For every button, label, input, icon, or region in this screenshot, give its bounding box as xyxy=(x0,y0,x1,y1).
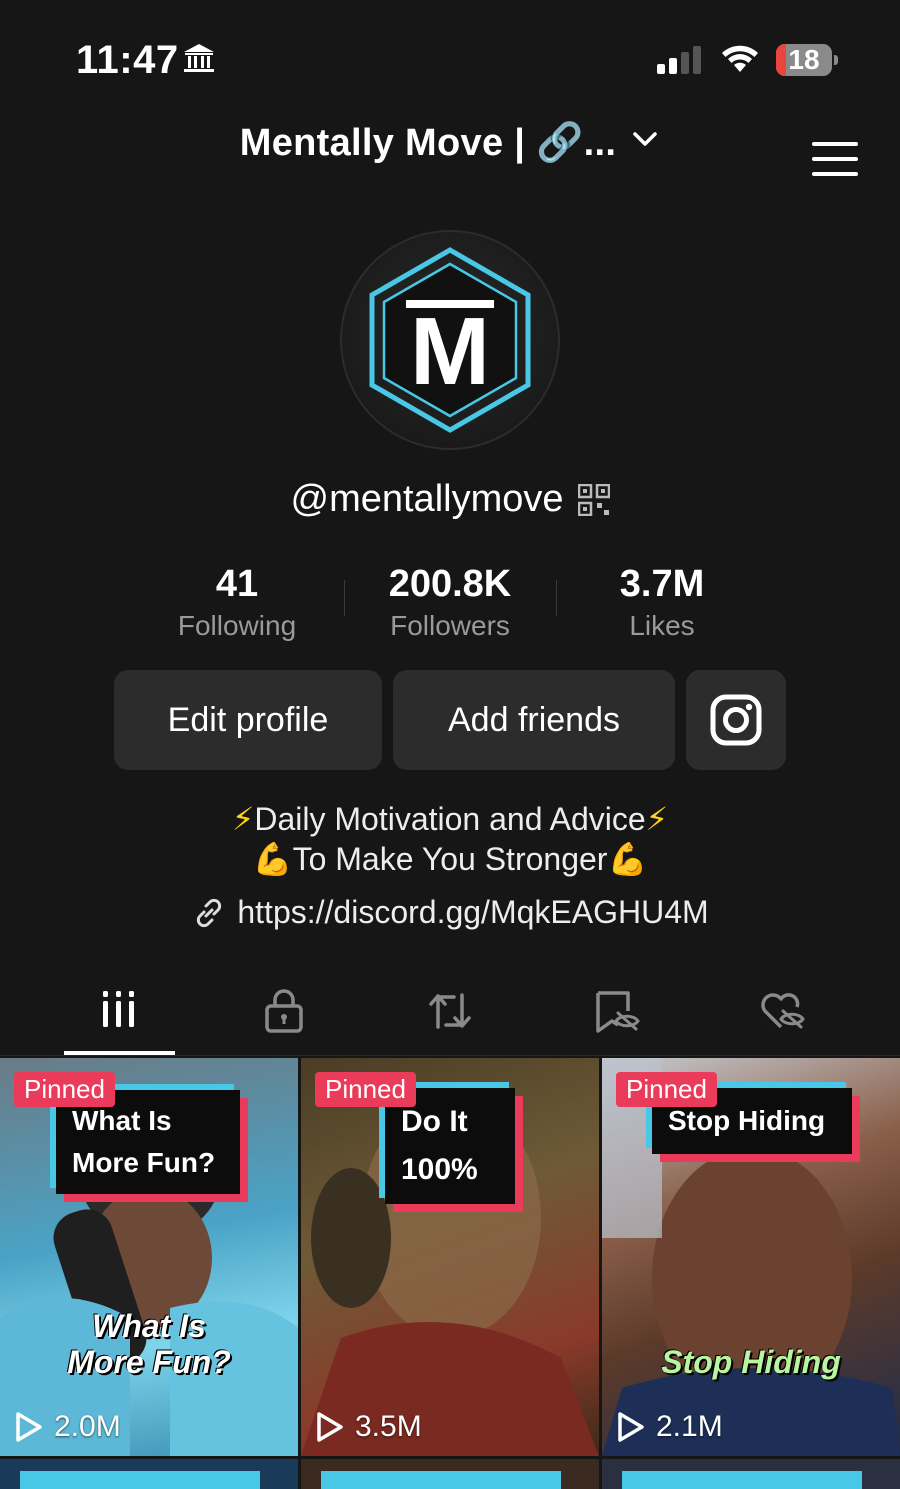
video-tile[interactable]: Pinned What Is More Fun? What Is More Fu… xyxy=(0,1058,298,1456)
pinned-badge: Pinned xyxy=(14,1072,115,1107)
tab-videos-grid-icon[interactable] xyxy=(93,985,145,1037)
tab-private-lock-icon[interactable] xyxy=(258,985,310,1037)
view-count: 2.0M xyxy=(14,1410,121,1444)
wifi-icon xyxy=(722,45,758,72)
status-bar: 11:47 18 xyxy=(0,0,900,110)
account-name: Mentally Move | 🔗... xyxy=(239,122,617,164)
play-icon xyxy=(618,1412,644,1442)
hamburger-menu-icon[interactable] xyxy=(812,140,858,178)
lightning-icon: ⚡ xyxy=(231,801,255,837)
card-line-2: 100% xyxy=(401,1153,478,1186)
play-icon xyxy=(16,1412,42,1442)
clock: 11:47 xyxy=(76,38,179,82)
battery-level: 18 xyxy=(788,44,820,75)
flexed-biceps-icon: 💪 xyxy=(607,841,648,877)
instagram-icon xyxy=(710,694,762,746)
followers-count: 200.8K xyxy=(388,563,512,605)
video-tile[interactable] xyxy=(301,1459,599,1489)
view-count-value: 2.0M xyxy=(54,1410,121,1443)
brand-logo: M xyxy=(369,247,531,433)
view-count: 3.5M xyxy=(315,1410,422,1444)
bio-link[interactable]: https://discord.gg/MqkEAGHU4M xyxy=(0,894,900,931)
username: @mentallymove xyxy=(290,478,564,520)
video-tile[interactable] xyxy=(602,1459,900,1489)
followers-label: Followers xyxy=(390,610,510,641)
avatar-letter: M xyxy=(410,298,490,405)
following-count: 41 xyxy=(215,563,259,605)
edit-profile-button[interactable]: Edit profile xyxy=(114,670,382,770)
following-label: Following xyxy=(177,610,297,641)
bio-text-2: To Make You Stronger xyxy=(292,841,608,877)
stat-following[interactable]: 41 Following xyxy=(137,562,337,646)
likes-count: 3.7M xyxy=(619,563,705,605)
avatar[interactable]: M xyxy=(340,230,560,450)
link-icon xyxy=(197,898,222,927)
video-caption: What Is More Fun? xyxy=(67,1308,231,1380)
pinned-badge: Pinned xyxy=(315,1072,416,1107)
video-tile[interactable]: Pinned Stop Hiding Stop Hiding 2.1M xyxy=(602,1058,900,1456)
video-tile[interactable] xyxy=(0,1459,298,1489)
stat-divider xyxy=(556,580,557,616)
lightning-icon: ⚡ xyxy=(645,801,669,837)
add-friends-button[interactable]: Add friends xyxy=(393,670,675,770)
card-line-1: Do It xyxy=(401,1105,468,1138)
link-url: https://discord.gg/MqkEAGHU4M xyxy=(237,894,709,930)
stat-divider xyxy=(344,580,345,616)
instagram-button[interactable] xyxy=(686,670,786,770)
view-count-value: 3.5M xyxy=(355,1410,422,1443)
bio-line-2: 💪To Make You Stronger💪 xyxy=(0,840,900,878)
handle-row: @mentallymove xyxy=(0,478,900,521)
cellular-signal-icon xyxy=(657,46,701,74)
video-tile[interactable]: Pinned Do It 100% 3.5M xyxy=(301,1058,599,1456)
tab-favorites-hidden-icon[interactable] xyxy=(590,985,642,1037)
view-count: 2.1M xyxy=(616,1410,723,1444)
video-caption: Stop Hiding xyxy=(661,1344,841,1380)
account-switcher[interactable]: Mentally Move | 🔗... xyxy=(0,118,900,168)
battery-indicator: 18 xyxy=(776,44,838,76)
bank-icon xyxy=(184,44,214,72)
bio-line-1: ⚡Daily Motivation and Advice⚡ xyxy=(0,800,900,838)
tab-liked-hidden-icon[interactable] xyxy=(755,985,807,1037)
flexed-biceps-icon: 💪 xyxy=(252,841,293,877)
play-icon xyxy=(317,1412,343,1442)
bio-text-1: Daily Motivation and Advice xyxy=(254,801,646,837)
stat-followers[interactable]: 200.8K Followers xyxy=(350,562,550,646)
tab-divider xyxy=(0,1055,900,1056)
view-count-value: 2.1M xyxy=(656,1410,723,1443)
pinned-badge: Pinned xyxy=(616,1072,717,1107)
likes-label: Likes xyxy=(629,610,695,641)
tab-reposts-icon[interactable] xyxy=(424,985,476,1037)
card-line-2: More Fun? xyxy=(72,1147,216,1178)
qr-code-icon[interactable] xyxy=(577,483,610,516)
chevron-down-icon xyxy=(633,132,657,146)
stat-likes[interactable]: 3.7M Likes xyxy=(562,562,762,646)
